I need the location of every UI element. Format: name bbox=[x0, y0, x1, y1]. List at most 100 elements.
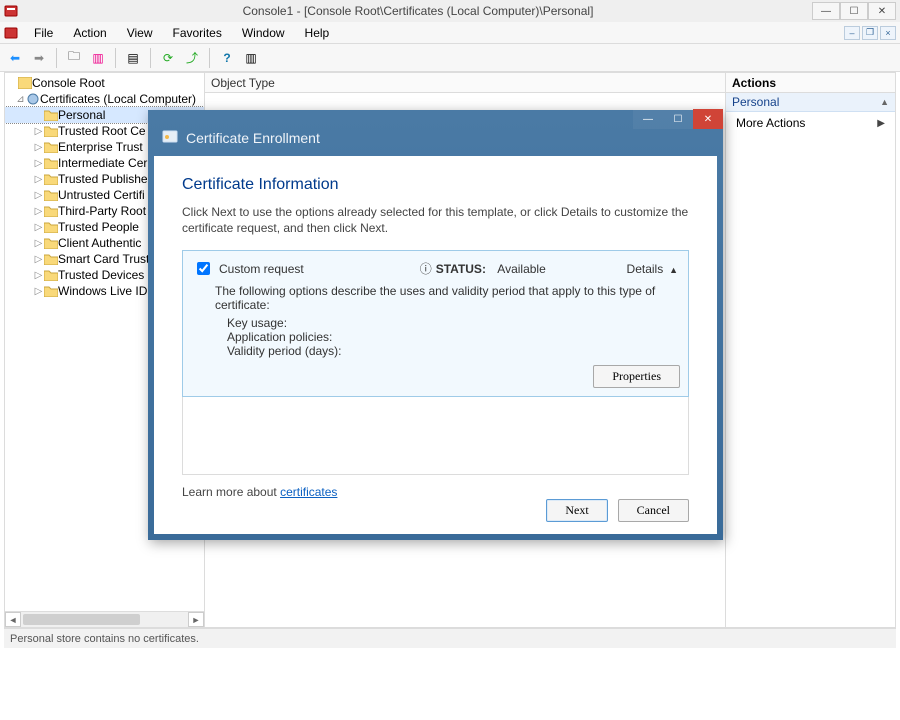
scroll-left-button[interactable]: ◄ bbox=[5, 612, 21, 627]
properties-button[interactable]: Properties bbox=[593, 365, 680, 388]
details-toggle[interactable]: Details ▲ bbox=[627, 262, 678, 276]
panel-icon: ▥ bbox=[92, 51, 103, 65]
toolbar-refresh-button[interactable]: ⟳ bbox=[157, 47, 179, 69]
request-panel-extra bbox=[182, 397, 689, 475]
scroll-right-button[interactable]: ► bbox=[188, 612, 204, 627]
toolbar-help-button[interactable]: ? bbox=[216, 47, 238, 69]
refresh-icon: ⟳ bbox=[163, 51, 173, 65]
toolbar-separator bbox=[150, 48, 151, 68]
tree-root[interactable]: Console Root bbox=[5, 75, 204, 91]
column-header-object-type[interactable]: Object Type bbox=[205, 73, 725, 93]
nav-back-button[interactable]: ⬅ bbox=[4, 47, 26, 69]
app-icon bbox=[4, 4, 18, 18]
folder-icon bbox=[44, 189, 58, 201]
expand-icon[interactable]: ▷ bbox=[33, 158, 44, 169]
mdi-minimize-button[interactable]: – bbox=[844, 26, 860, 40]
expand-icon[interactable]: ▷ bbox=[33, 286, 44, 297]
dialog-maximize-button[interactable]: ☐ bbox=[663, 109, 693, 129]
toolbar-up-button[interactable]: 🗀 bbox=[63, 47, 85, 69]
collapse-icon[interactable]: ⊿ bbox=[15, 94, 26, 105]
expand-icon[interactable]: ▷ bbox=[33, 238, 44, 249]
window-title: Console1 - [Console Root\Certificates (L… bbox=[24, 4, 812, 18]
menu-favorites[interactable]: Favorites bbox=[163, 24, 232, 42]
window-titlebar: Console1 - [Console Root\Certificates (L… bbox=[0, 0, 900, 22]
dialog-title: Certificate Enrollment bbox=[186, 130, 320, 146]
tree-item-label: Trusted Devices bbox=[58, 268, 144, 282]
toolbar-properties-button[interactable]: ▤ bbox=[122, 47, 144, 69]
export-icon: ⤴ bbox=[186, 49, 198, 66]
expand-icon[interactable]: ▷ bbox=[33, 126, 44, 137]
info-icon: ⓘ bbox=[420, 260, 432, 277]
tree-item-label: Personal bbox=[58, 108, 105, 122]
expand-icon[interactable]: ▷ bbox=[33, 142, 44, 153]
actions-more-actions[interactable]: More Actions ▶ bbox=[726, 112, 895, 134]
toolbar-export-button[interactable]: ⤴ bbox=[181, 47, 203, 69]
menu-window[interactable]: Window bbox=[232, 24, 295, 42]
folder-up-icon: 🗀 bbox=[68, 47, 80, 68]
titlebar-maximize-button[interactable]: ☐ bbox=[840, 2, 868, 20]
actions-group-personal[interactable]: Personal ▲ bbox=[726, 93, 895, 112]
folder-icon bbox=[44, 173, 58, 185]
custom-request-checkbox[interactable] bbox=[197, 262, 210, 275]
dialog-titlebar-controls: — ☐ ✕ bbox=[148, 110, 723, 120]
status-text: Personal store contains no certificates. bbox=[10, 633, 199, 645]
scroll-thumb[interactable] bbox=[23, 614, 140, 625]
key-usage-label: Key usage: bbox=[227, 316, 678, 330]
expand-icon[interactable]: ▷ bbox=[33, 222, 44, 233]
menu-bar: File Action View Favorites Window Help –… bbox=[0, 22, 900, 44]
toolbar-separator bbox=[209, 48, 210, 68]
scroll-track[interactable] bbox=[21, 612, 188, 627]
tree-item-label: Trusted People bbox=[58, 220, 139, 234]
tree-item-label: Client Authentic bbox=[58, 236, 141, 250]
tree-item-label: Intermediate Cer bbox=[58, 156, 147, 170]
tree-item-label: Smart Card Trust bbox=[58, 252, 149, 266]
titlebar-close-button[interactable]: ✕ bbox=[868, 2, 896, 20]
certificate-icon bbox=[162, 129, 178, 148]
actions-group-label: Personal bbox=[732, 95, 779, 109]
custom-request-label: Custom request bbox=[219, 262, 304, 276]
dialog-minimize-button[interactable]: — bbox=[633, 109, 663, 129]
application-policies-label: Application policies: bbox=[227, 330, 678, 344]
expand-icon[interactable]: ▷ bbox=[33, 270, 44, 281]
menu-file[interactable]: File bbox=[24, 24, 63, 42]
learn-more: Learn more about certificates bbox=[182, 485, 689, 499]
folder-icon bbox=[44, 253, 58, 265]
tree-certificates[interactable]: ⊿ Certificates (Local Computer) bbox=[5, 91, 204, 107]
tree-certs-label: Certificates (Local Computer) bbox=[40, 92, 196, 106]
menu-view[interactable]: View bbox=[117, 24, 163, 42]
next-button[interactable]: Next bbox=[546, 499, 607, 522]
chevron-up-icon: ▲ bbox=[667, 265, 678, 275]
console-icon bbox=[18, 77, 32, 89]
tree-horizontal-scrollbar[interactable]: ◄ ► bbox=[5, 611, 204, 627]
expand-icon[interactable]: ▷ bbox=[33, 190, 44, 201]
cancel-button[interactable]: Cancel bbox=[618, 499, 689, 522]
app-icon-small bbox=[4, 26, 18, 40]
chevron-right-icon: ▶ bbox=[877, 118, 885, 129]
folder-icon bbox=[44, 109, 58, 121]
actions-header: Actions bbox=[726, 73, 895, 93]
mdi-close-button[interactable]: × bbox=[880, 26, 896, 40]
mdi-restore-button[interactable]: ❐ bbox=[862, 26, 878, 40]
menu-help[interactable]: Help bbox=[295, 24, 340, 42]
toolbar-view-button[interactable]: ▥ bbox=[240, 47, 262, 69]
titlebar-minimize-button[interactable]: — bbox=[812, 2, 840, 20]
toolbar-separator bbox=[115, 48, 116, 68]
expand-icon[interactable]: ▷ bbox=[33, 174, 44, 185]
tree-item-label: Windows Live ID bbox=[58, 284, 147, 298]
learn-more-link[interactable]: certificates bbox=[280, 485, 337, 499]
dialog-heading: Certificate Information bbox=[182, 176, 689, 194]
actions-more-label: More Actions bbox=[736, 116, 805, 130]
dialog-close-button[interactable]: ✕ bbox=[693, 109, 723, 129]
dialog-body: Certificate Information Click Next to us… bbox=[154, 156, 717, 534]
toolbar-show-hide-button[interactable]: ▥ bbox=[87, 47, 109, 69]
expand-icon[interactable]: ▷ bbox=[33, 206, 44, 217]
toolbar: ⬅ ➡ 🗀 ▥ ▤ ⟳ ⤴ ? ▥ bbox=[0, 44, 900, 72]
folder-icon bbox=[44, 205, 58, 217]
folder-icon bbox=[44, 157, 58, 169]
expand-icon[interactable]: ▷ bbox=[33, 254, 44, 265]
folder-icon bbox=[44, 269, 58, 281]
menu-action[interactable]: Action bbox=[63, 24, 116, 42]
chevron-up-icon: ▲ bbox=[880, 97, 889, 107]
actions-pane: Actions Personal ▲ More Actions ▶ bbox=[725, 73, 895, 627]
nav-forward-button[interactable]: ➡ bbox=[28, 47, 50, 69]
